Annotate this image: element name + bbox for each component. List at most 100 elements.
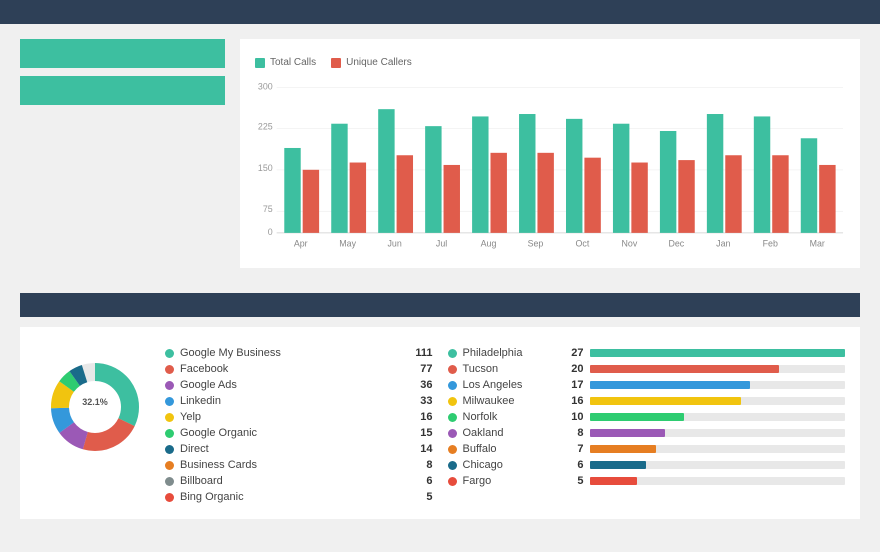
city-count: 5 bbox=[559, 475, 584, 487]
call-sources-panel: 32.1% Google My Business 111 Facebook 77… bbox=[35, 339, 433, 507]
legend-total: Total Calls bbox=[255, 57, 316, 68]
svg-text:Sep: Sep bbox=[528, 239, 544, 249]
list-item: Bing Organic 5 bbox=[165, 491, 433, 503]
city-name: Chicago bbox=[463, 459, 553, 471]
svg-text:32.1%: 32.1% bbox=[82, 397, 108, 407]
sources-content: 32.1% Google My Business 111 Facebook 77… bbox=[35, 347, 433, 507]
list-item: Buffalo 7 bbox=[448, 443, 846, 455]
city-bar-fill bbox=[590, 461, 647, 469]
svg-text:Oct: Oct bbox=[576, 239, 590, 249]
city-name: Tucson bbox=[463, 363, 553, 375]
source-name: Business Cards bbox=[180, 459, 399, 471]
city-bar-track bbox=[590, 381, 846, 389]
source-name: Yelp bbox=[180, 411, 399, 423]
city-bar-track bbox=[590, 461, 846, 469]
list-item: Direct 14 bbox=[165, 443, 433, 455]
attribution-section: 32.1% Google My Business 111 Facebook 77… bbox=[0, 293, 880, 534]
svg-text:75: 75 bbox=[263, 204, 273, 214]
source-name: Google Ads bbox=[180, 379, 399, 391]
list-item: Google Ads 36 bbox=[165, 379, 433, 391]
city-count: 7 bbox=[559, 443, 584, 455]
list-item: Google My Business 111 bbox=[165, 347, 433, 359]
city-name: Los Angeles bbox=[463, 379, 553, 391]
svg-text:150: 150 bbox=[258, 163, 273, 173]
city-dot bbox=[448, 461, 457, 470]
list-item: Tucson 20 bbox=[448, 363, 846, 375]
source-name: Facebook bbox=[180, 363, 399, 375]
svg-text:Apr: Apr bbox=[294, 239, 308, 249]
list-item: Billboard 6 bbox=[165, 475, 433, 487]
city-bar-fill bbox=[590, 445, 656, 453]
city-bar-track bbox=[590, 445, 846, 453]
source-name: Direct bbox=[180, 443, 399, 455]
list-item: Business Cards 8 bbox=[165, 459, 433, 471]
svg-text:May: May bbox=[339, 239, 356, 249]
attribution-header bbox=[20, 293, 860, 317]
list-item: Norfolk 10 bbox=[448, 411, 846, 423]
svg-text:0: 0 bbox=[268, 227, 273, 237]
list-item: Philadelphia 27 bbox=[448, 347, 846, 359]
attribution-content: 32.1% Google My Business 111 Facebook 77… bbox=[20, 327, 860, 519]
city-name: Buffalo bbox=[463, 443, 553, 455]
city-dot bbox=[448, 413, 457, 422]
city-bar-fill bbox=[590, 349, 846, 357]
source-count: 15 bbox=[405, 427, 433, 439]
source-count: 6 bbox=[405, 475, 433, 487]
cities-list: Philadelphia 27 Tucson 20 Los Angeles 17… bbox=[448, 347, 846, 487]
city-count: 10 bbox=[559, 411, 584, 423]
city-dot bbox=[448, 445, 457, 454]
legend-total-dot bbox=[255, 58, 265, 68]
city-count: 16 bbox=[559, 395, 584, 407]
volume-header bbox=[0, 0, 880, 24]
sources-list: Google My Business 111 Facebook 77 Googl… bbox=[165, 347, 433, 507]
svg-text:Jul: Jul bbox=[436, 239, 447, 249]
calls-over-time-chart: Total Calls Unique Callers 300 225 150 7… bbox=[240, 39, 860, 268]
svg-text:Feb: Feb bbox=[763, 239, 778, 249]
city-bar-track bbox=[590, 365, 846, 373]
cities-panel: Philadelphia 27 Tucson 20 Los Angeles 17… bbox=[448, 339, 846, 507]
city-count: 20 bbox=[559, 363, 584, 375]
svg-text:Aug: Aug bbox=[481, 239, 497, 249]
legend-unique-label: Unique Callers bbox=[346, 57, 412, 68]
source-count: 14 bbox=[405, 443, 433, 455]
source-name: Billboard bbox=[180, 475, 399, 487]
list-item: Fargo 5 bbox=[448, 475, 846, 487]
city-dot bbox=[448, 381, 457, 390]
city-name: Milwaukee bbox=[463, 395, 553, 407]
city-bar-fill bbox=[590, 397, 741, 405]
answered-calls-card bbox=[20, 76, 225, 105]
list-item: Chicago 6 bbox=[448, 459, 846, 471]
city-name: Oakland bbox=[463, 427, 553, 439]
city-count: 17 bbox=[559, 379, 584, 391]
city-dot bbox=[448, 365, 457, 374]
city-dot bbox=[448, 349, 457, 358]
stat-cards bbox=[20, 39, 225, 105]
source-name: Google My Business bbox=[180, 347, 399, 359]
city-name: Norfolk bbox=[463, 411, 553, 423]
legend-total-label: Total Calls bbox=[270, 57, 316, 68]
bar-chart-svg: 300 225 150 75 0 AprMayJunJulAugSepOctNo… bbox=[255, 76, 845, 256]
source-count: 16 bbox=[405, 411, 433, 423]
source-name: Google Organic bbox=[180, 427, 399, 439]
svg-text:Nov: Nov bbox=[622, 239, 638, 249]
list-item: Facebook 77 bbox=[165, 363, 433, 375]
city-bar-track bbox=[590, 397, 846, 405]
source-count: 111 bbox=[405, 347, 433, 359]
list-item: Google Organic 15 bbox=[165, 427, 433, 439]
svg-text:Dec: Dec bbox=[668, 239, 684, 249]
city-bar-track bbox=[590, 349, 846, 357]
list-item: Yelp 16 bbox=[165, 411, 433, 423]
source-count: 8 bbox=[405, 459, 433, 471]
list-item: Oakland 8 bbox=[448, 427, 846, 439]
list-item: Los Angeles 17 bbox=[448, 379, 846, 391]
city-bar-fill bbox=[590, 477, 637, 485]
source-dot bbox=[165, 365, 174, 374]
legend-unique-dot bbox=[331, 58, 341, 68]
city-bar-track bbox=[590, 477, 846, 485]
list-item: Milwaukee 16 bbox=[448, 395, 846, 407]
svg-text:225: 225 bbox=[258, 122, 273, 132]
city-bar-fill bbox=[590, 381, 751, 389]
city-name: Fargo bbox=[463, 475, 553, 487]
svg-text:Mar: Mar bbox=[810, 239, 825, 249]
source-dot bbox=[165, 397, 174, 406]
